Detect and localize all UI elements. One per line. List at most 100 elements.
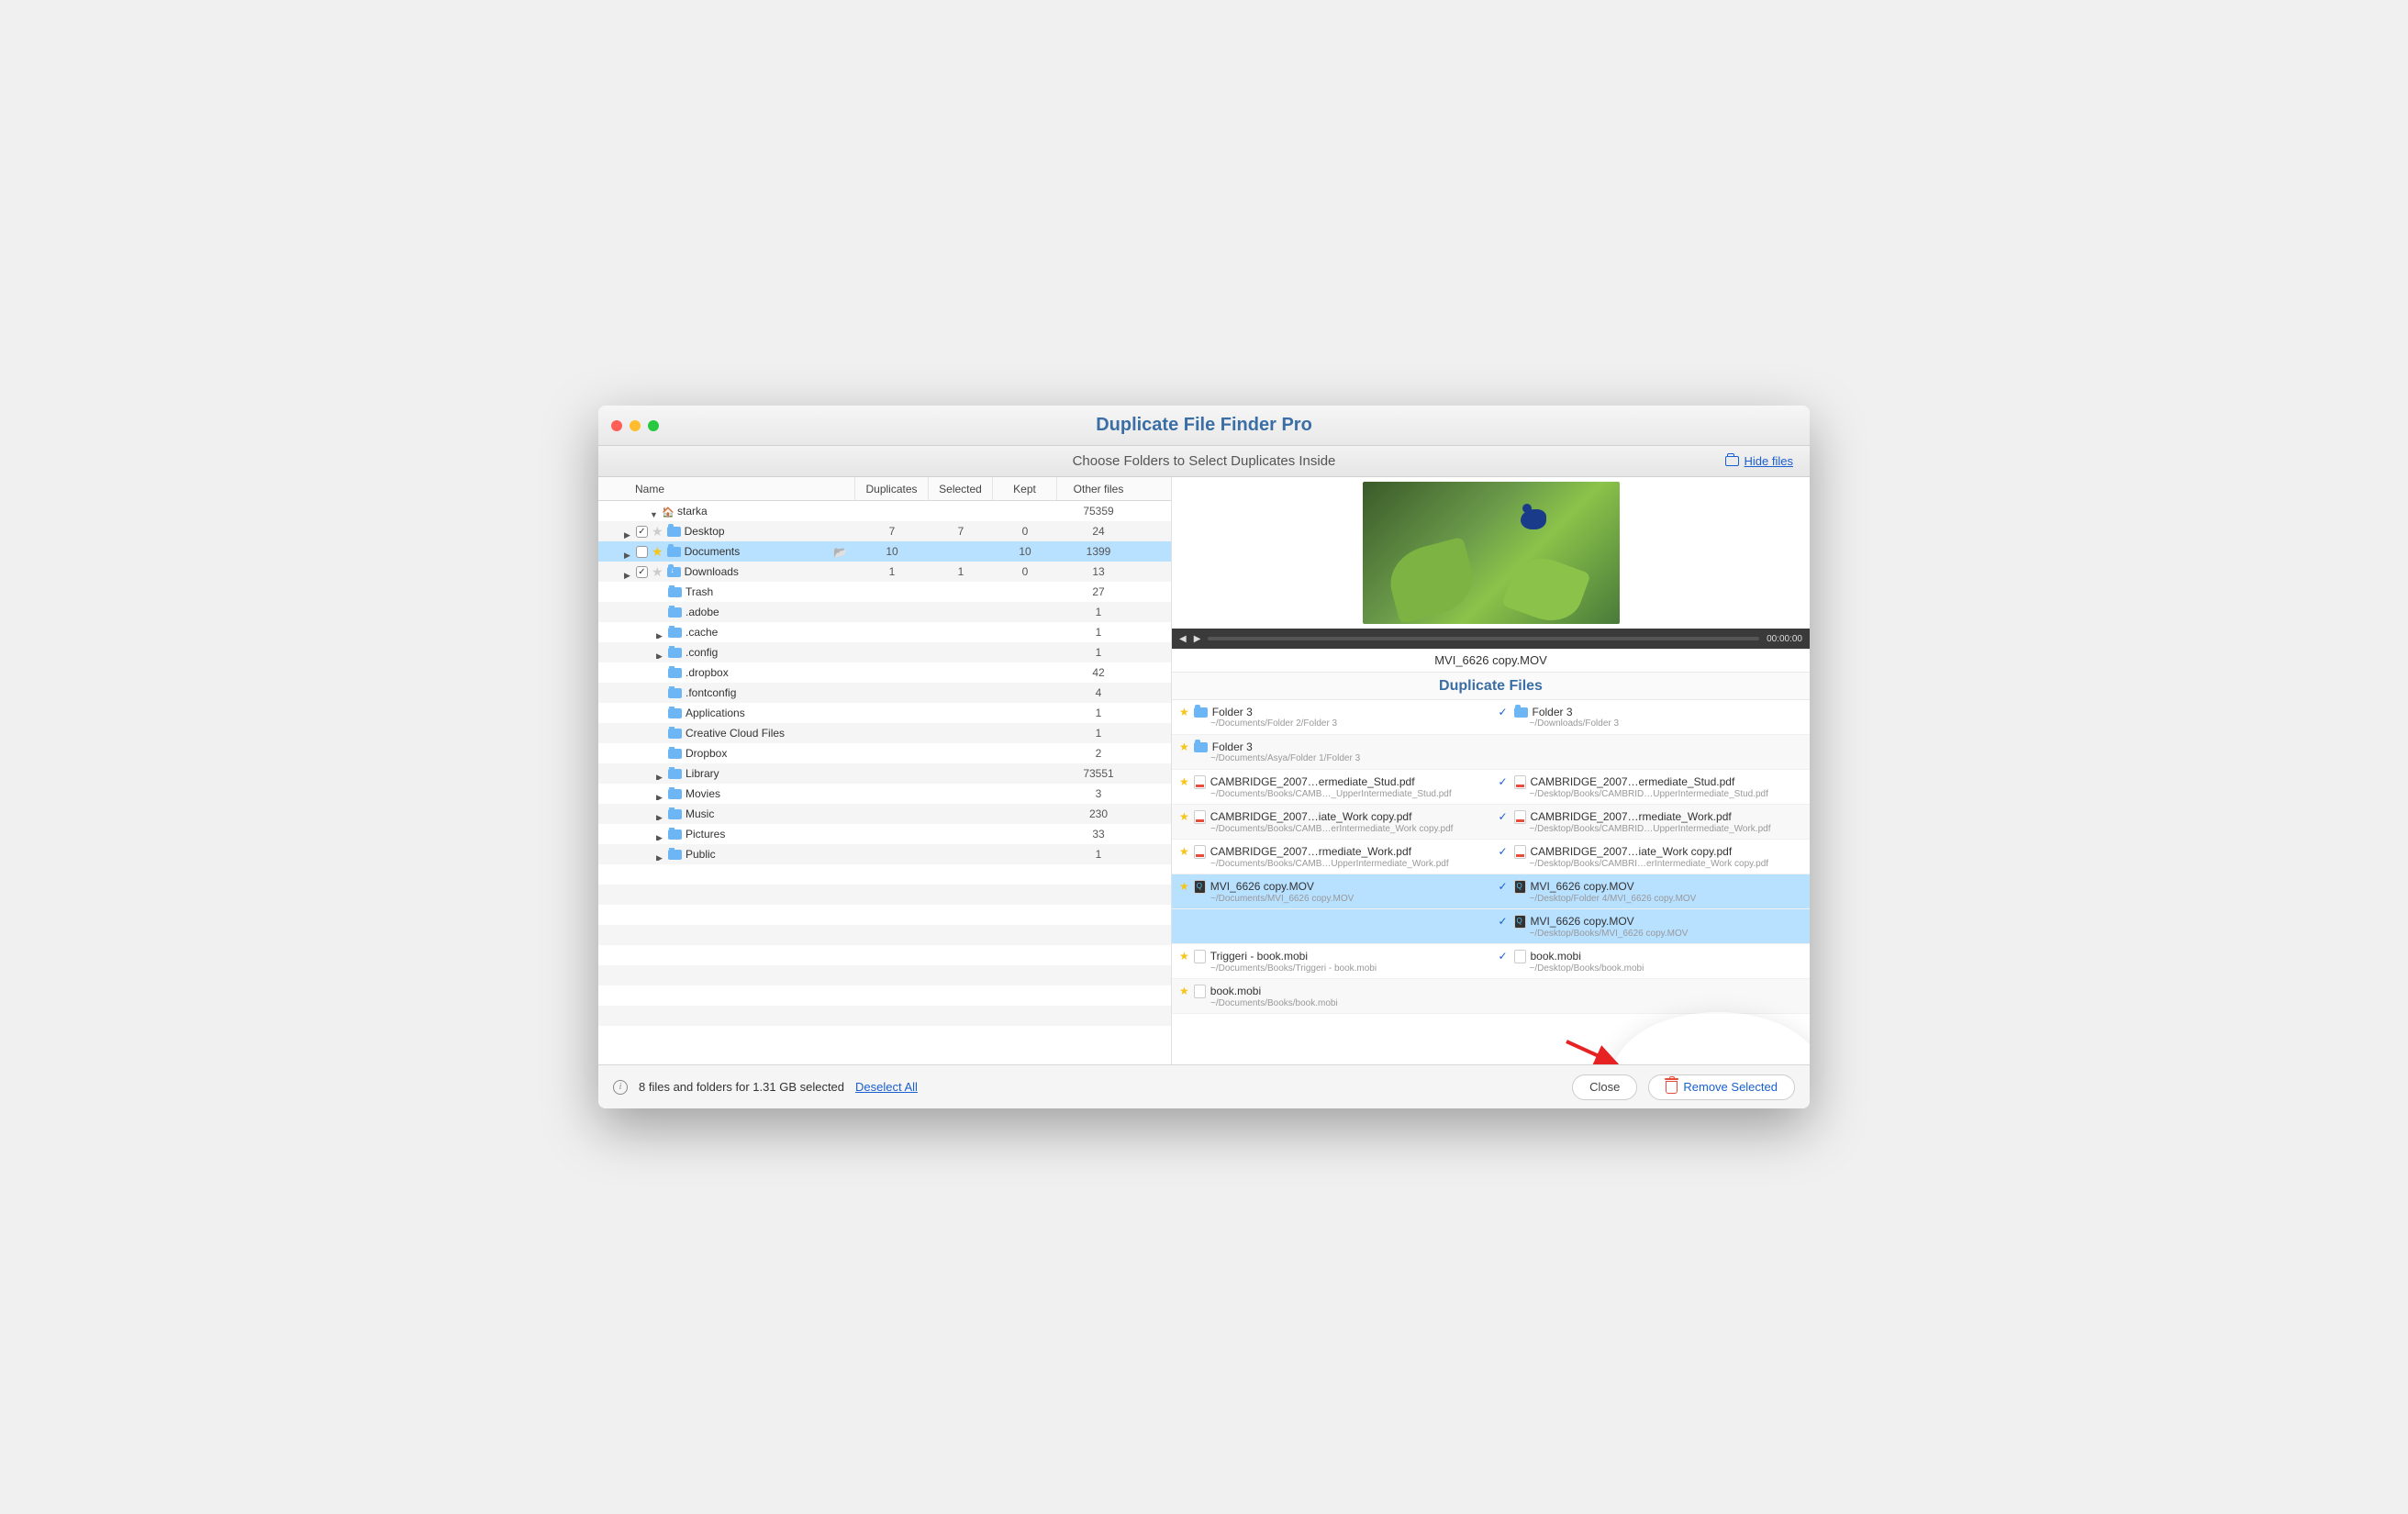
table-row[interactable]: .adobe1 [598, 602, 1171, 622]
duplicate-cell[interactable]: ✓CAMBRIDGE_2007…iate_Work copy.pdf~/Desk… [1491, 840, 1811, 874]
duplicate-cell[interactable]: ★MVI_6626 copy.MOV~/Documents/MVI_6626 c… [1172, 874, 1491, 908]
duplicate-cell[interactable]: ★book.mobi~/Documents/Books/book.mobi [1172, 979, 1491, 1013]
star-icon[interactable]: ★ [652, 544, 663, 560]
table-row[interactable]: Library73551 [598, 763, 1171, 784]
cell-oth: 1 [1057, 727, 1140, 740]
table-row[interactable]: Pictures33 [598, 824, 1171, 844]
play-button[interactable]: ▶ [1194, 634, 1201, 644]
table-row[interactable]: ★Downloads11013 [598, 562, 1171, 582]
col-name[interactable]: Name [598, 477, 855, 500]
checkbox[interactable] [636, 546, 648, 558]
star-icon: ★ [1179, 810, 1189, 823]
remove-selected-button[interactable]: Remove Selected [1648, 1074, 1795, 1100]
duplicate-row[interactable]: ★CAMBRIDGE_2007…iate_Work copy.pdf~/Docu… [1172, 805, 1810, 840]
duplicate-cell[interactable]: ★Folder 3~/Documents/Asya/Folder 1/Folde… [1172, 735, 1491, 769]
disclosure-triangle-icon[interactable] [624, 548, 632, 556]
duplicate-cell[interactable] [1491, 979, 1811, 1013]
disclosure-triangle-icon[interactable] [624, 568, 632, 576]
duplicate-cell[interactable]: ★CAMBRIDGE_2007…iate_Work copy.pdf~/Docu… [1172, 805, 1491, 839]
table-row[interactable]: .cache1 [598, 622, 1171, 642]
info-icon[interactable]: i [613, 1080, 628, 1095]
disclosure-triangle-icon[interactable] [656, 830, 664, 839]
duplicate-cell[interactable]: ★CAMBRIDGE_2007…ermediate_Stud.pdf~/Docu… [1172, 770, 1491, 804]
scrubber[interactable] [1208, 637, 1759, 640]
file-icon [1194, 810, 1206, 824]
open-folder-icon[interactable] [833, 546, 848, 557]
table-row[interactable]: Music230 [598, 804, 1171, 824]
col-selected[interactable]: Selected [929, 477, 993, 500]
duplicate-cell[interactable] [1491, 735, 1811, 769]
table-row[interactable]: Applications1 [598, 703, 1171, 723]
star-icon[interactable]: ★ [652, 564, 663, 580]
duplicate-row[interactable]: ★Folder 3~/Documents/Asya/Folder 1/Folde… [1172, 735, 1810, 770]
minimize-window-button[interactable] [630, 420, 641, 431]
footer: i 8 files and folders for 1.31 GB select… [598, 1064, 1810, 1108]
col-duplicates[interactable]: Duplicates [855, 477, 929, 500]
duplicate-cell[interactable]: ✓Folder 3~/Downloads/Folder 3 [1491, 700, 1811, 734]
dup-filepath: ~/Desktop/Books/book.mobi [1530, 963, 1803, 974]
duplicate-cell[interactable]: ✓CAMBRIDGE_2007…rmediate_Work.pdf~/Deskt… [1491, 805, 1811, 839]
dup-filepath: ~/Documents/Books/CAMB…erIntermediate_Wo… [1210, 824, 1484, 834]
dup-filepath: ~/Documents/MVI_6626 copy.MOV [1210, 894, 1484, 904]
table-row[interactable]: Public1 [598, 844, 1171, 864]
folder-icon [668, 628, 682, 638]
file-icon [1194, 880, 1206, 894]
duplicate-row[interactable]: ★CAMBRIDGE_2007…ermediate_Stud.pdf~/Docu… [1172, 770, 1810, 805]
duplicate-cell[interactable]: ★Folder 3~/Documents/Folder 2/Folder 3 [1172, 700, 1491, 734]
duplicate-row[interactable]: ★book.mobi~/Documents/Books/book.mobi [1172, 979, 1810, 1014]
disclosure-triangle-icon[interactable] [650, 507, 658, 516]
duplicate-cell[interactable]: ✓book.mobi~/Desktop/Books/book.mobi [1491, 944, 1811, 978]
check-icon: ✓ [1499, 845, 1510, 858]
file-icon [1514, 810, 1526, 824]
table-row[interactable]: Trash27 [598, 582, 1171, 602]
star-icon: ★ [1179, 706, 1189, 718]
close-button[interactable]: Close [1572, 1074, 1637, 1100]
duplicate-cell[interactable]: ✓CAMBRIDGE_2007…ermediate_Stud.pdf~/Desk… [1491, 770, 1811, 804]
table-row[interactable]: .config1 [598, 642, 1171, 662]
disclosure-triangle-icon[interactable] [656, 649, 664, 657]
duplicate-cell[interactable]: ★CAMBRIDGE_2007…rmediate_Work.pdf~/Docum… [1172, 840, 1491, 874]
table-row[interactable]: Dropbox2 [598, 743, 1171, 763]
duplicate-row[interactable]: ★CAMBRIDGE_2007…rmediate_Work.pdf~/Docum… [1172, 840, 1810, 874]
duplicate-row[interactable]: ★Triggeri - book.mobi~/Documents/Books/T… [1172, 944, 1810, 979]
folder-icon [667, 547, 681, 557]
disclosure-triangle-icon[interactable] [656, 851, 664, 859]
table-row[interactable]: Movies3 [598, 784, 1171, 804]
dup-filename: CAMBRIDGE_2007…ermediate_Stud.pdf [1531, 775, 1735, 788]
folder-name: .adobe [686, 606, 719, 618]
hide-files-link[interactable]: Hide files [1725, 454, 1793, 468]
table-row[interactable]: .dropbox42 [598, 662, 1171, 683]
disclosure-triangle-icon[interactable] [656, 770, 664, 778]
deselect-all-link[interactable]: Deselect All [855, 1080, 918, 1094]
table-header: Name Duplicates Selected Kept Other file… [598, 477, 1171, 501]
dup-filename: Folder 3 [1212, 706, 1253, 718]
disclosure-triangle-icon[interactable] [656, 629, 664, 637]
prev-button[interactable]: ◀ [1179, 634, 1187, 644]
table-row[interactable]: .fontconfig4 [598, 683, 1171, 703]
folder-tree[interactable]: starka75359★Desktop77024★Documents101013… [598, 501, 1171, 1064]
checkbox[interactable] [636, 526, 648, 538]
duplicate-row[interactable]: ✓MVI_6626 copy.MOV~/Desktop/Books/MVI_66… [1172, 909, 1810, 944]
duplicate-cell[interactable]: ★Triggeri - book.mobi~/Documents/Books/T… [1172, 944, 1491, 978]
video-player-bar[interactable]: ◀ ▶ 00:00:00 [1172, 629, 1810, 649]
zoom-window-button[interactable] [648, 420, 659, 431]
table-row[interactable]: Creative Cloud Files1 [598, 723, 1171, 743]
duplicate-cell[interactable] [1172, 909, 1491, 943]
table-row[interactable]: ★Documents10101399 [598, 541, 1171, 562]
col-other[interactable]: Other files [1057, 477, 1140, 500]
disclosure-triangle-icon[interactable] [656, 790, 664, 798]
duplicate-cell[interactable]: ✓MVI_6626 copy.MOV~/Desktop/Folder 4/MVI… [1491, 874, 1811, 908]
duplicate-row[interactable]: ★Folder 3~/Documents/Folder 2/Folder 3✓F… [1172, 700, 1810, 735]
folder-name: Documents [685, 545, 741, 558]
checkbox[interactable] [636, 566, 648, 578]
table-row[interactable]: ★Desktop77024 [598, 521, 1171, 541]
close-window-button[interactable] [611, 420, 622, 431]
disclosure-triangle-icon[interactable] [624, 528, 632, 536]
table-row[interactable]: starka75359 [598, 501, 1171, 521]
duplicate-cell[interactable]: ✓MVI_6626 copy.MOV~/Desktop/Books/MVI_66… [1491, 909, 1811, 943]
star-icon[interactable]: ★ [652, 524, 663, 540]
duplicate-row[interactable]: ★MVI_6626 copy.MOV~/Documents/MVI_6626 c… [1172, 874, 1810, 909]
duplicate-list[interactable]: ★Folder 3~/Documents/Folder 2/Folder 3✓F… [1172, 700, 1810, 1064]
disclosure-triangle-icon[interactable] [656, 810, 664, 818]
col-kept[interactable]: Kept [993, 477, 1057, 500]
